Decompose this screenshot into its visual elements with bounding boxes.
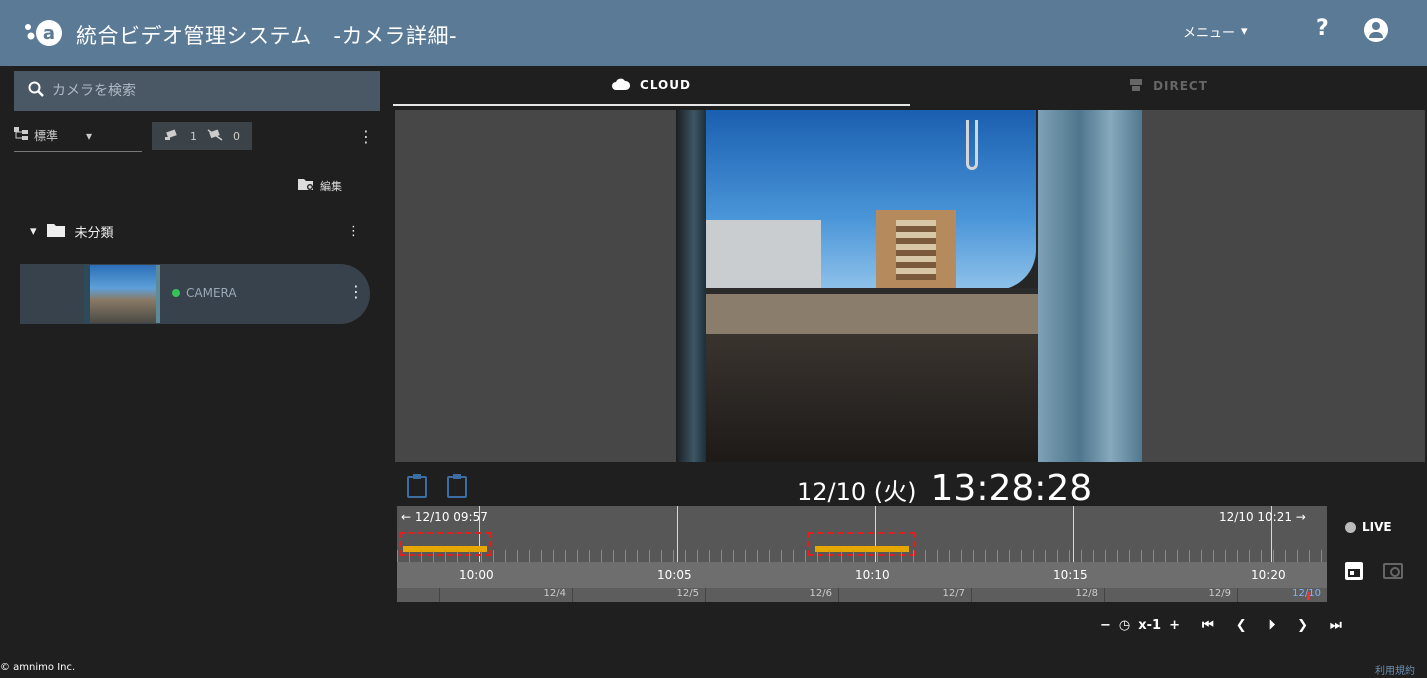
camera-offline-icon [207, 128, 223, 144]
playback-controls: − ◷ x-1 + ⏮ ❮ ⏵ ❯ ⏭ [1100, 618, 1342, 633]
speed-decrease-button[interactable]: − [1100, 618, 1111, 633]
help-icon[interactable]: ? [1316, 16, 1329, 41]
play-icon[interactable]: ⏵ [1269, 618, 1276, 633]
tab-cloud-label: CLOUD [640, 78, 691, 92]
svg-text:a: a [43, 23, 55, 44]
timeline-panel: 12/10 (火) 13:28:28 ← 12/10 09:57 12/10 1… [395, 462, 1425, 656]
video-hook [966, 120, 978, 170]
camera-count-filter[interactable]: 1 0 [152, 122, 252, 150]
calendar-icon[interactable] [1345, 562, 1363, 580]
tab-cloud[interactable]: CLOUD [393, 66, 910, 106]
tab-direct[interactable]: DIRECT [910, 66, 1427, 106]
video-player[interactable] [395, 110, 1425, 462]
account-icon[interactable] [1364, 18, 1388, 42]
speed-label: x-1 [1138, 618, 1162, 633]
video-floor [696, 334, 1056, 462]
video-building-tan [876, 210, 956, 295]
app-header: a 統合ビデオ管理システム -カメラ詳細- メニュー ▾ ? [0, 0, 1427, 66]
step-back-icon[interactable]: ❮ [1236, 618, 1247, 633]
direct-camera-icon [1129, 78, 1143, 95]
sidebar-toolbar: 標準 ▾ 1 0 ⋮ [14, 118, 380, 154]
hierarchy-icon [14, 127, 28, 144]
live-label: LIVE [1362, 520, 1392, 534]
skip-start-icon[interactable]: ⏮ [1202, 618, 1214, 633]
menu-label: メニュー [1183, 26, 1236, 41]
speed-increase-button[interactable]: + [1169, 618, 1180, 633]
live-dot-icon [1345, 521, 1356, 533]
folder-settings-icon [298, 178, 314, 194]
current-position-marker[interactable] [1307, 592, 1310, 600]
view-select-label: 標準 [34, 129, 59, 143]
video-window-frame [676, 110, 706, 462]
speed-clock-icon: ◷ [1118, 618, 1131, 633]
folder-row[interactable]: ▾ 未分類 ⋮ [30, 222, 360, 241]
video-building-white [706, 220, 821, 290]
live-button[interactable]: LIVE [1345, 520, 1392, 534]
day-cell[interactable]: 12/7 [838, 588, 971, 602]
day-cell[interactable]: 12/4 [439, 588, 572, 602]
skip-end-icon[interactable]: ⏭ [1330, 618, 1342, 633]
terms-link[interactable]: 利用規約 [1375, 662, 1415, 677]
caret-down-icon: ▾ [30, 224, 37, 239]
camera-more-icon[interactable]: ⋮ [348, 282, 364, 301]
day-cell[interactable]: 12/6 [705, 588, 838, 602]
camera-search[interactable] [14, 71, 380, 111]
range-end-label[interactable]: 12/10 10:21 → [1219, 510, 1306, 524]
timeline-scale: 10:00 10:05 10:10 10:15 10:20 [397, 562, 1327, 588]
time-tick-label: 10:20 [1251, 568, 1286, 582]
time-tick-label: 10:00 [459, 568, 494, 582]
playback-time: 13:28:28 [930, 468, 1093, 509]
camera-name: CAMERA [186, 286, 237, 300]
day-cell[interactable]: 12/8 [971, 588, 1104, 602]
camera-status: CAMERA [172, 286, 237, 300]
playback-datetime: 12/10 (火) 13:28:28 [797, 468, 1092, 509]
cloud-icon [612, 78, 631, 93]
range-start-label[interactable]: ← 12/10 09:57 [401, 510, 488, 524]
speed-control: − ◷ x-1 + [1100, 618, 1180, 633]
edit-label: 編集 [320, 180, 342, 193]
day-cell[interactable]: 12/5 [572, 588, 705, 602]
chevron-down-icon: ▾ [86, 128, 93, 143]
amnimo-logo: a [22, 18, 66, 48]
app-title: 統合ビデオ管理システム -カメラ詳細- [76, 24, 458, 48]
time-tick-label: 10:05 [657, 568, 692, 582]
timeline[interactable]: ← 12/10 09:57 12/10 10:21 → 10:00 10:05 … [397, 506, 1327, 602]
playback-date: 12/10 (火) [797, 478, 917, 506]
online-status-dot [172, 289, 180, 297]
day-strip: 12/4 12/5 12/6 12/7 12/8 12/9 12/10 [397, 588, 1327, 602]
online-camera-count: 1 [190, 129, 197, 143]
video-wall [696, 294, 1056, 334]
sidebar: 標準 ▾ 1 0 ⋮ 編集 ▾ [0, 66, 393, 656]
folder-name: 未分類 [74, 226, 114, 241]
footer: © amnimo Inc. 利用規約 [0, 656, 1427, 678]
menu-dropdown[interactable]: メニュー ▾ [1183, 22, 1248, 41]
copyright-text: © amnimo Inc. [0, 662, 76, 673]
search-icon [28, 81, 44, 101]
clipboard-icon[interactable] [407, 474, 427, 498]
camera-search-input[interactable] [52, 83, 352, 99]
clipboard-play-icon[interactable] [447, 474, 467, 498]
source-tabs: CLOUD DIRECT [393, 66, 1427, 106]
time-tick-label: 10:10 [855, 568, 890, 582]
time-tick-label: 10:15 [1053, 568, 1088, 582]
folder-more-icon[interactable]: ⋮ [347, 224, 360, 239]
camera-video-frame [676, 110, 1142, 462]
step-forward-icon[interactable]: ❯ [1297, 618, 1308, 633]
main-panel: CLOUD DIRECT 12/10 (火) 13:28:28 ← 12/10 … [393, 66, 1427, 656]
camera-list-item[interactable]: CAMERA ⋮ [20, 264, 370, 324]
day-cell-current[interactable]: 12/10 [1237, 588, 1327, 602]
edit-folder-button[interactable]: 編集 [298, 178, 342, 194]
video-curtain [1038, 110, 1142, 462]
snapshot-camera-icon[interactable] [1383, 563, 1403, 579]
offline-camera-count: 0 [233, 129, 240, 143]
tab-direct-label: DIRECT [1153, 79, 1208, 93]
view-select[interactable]: 標準 ▾ [14, 120, 142, 152]
folder-icon [46, 223, 65, 241]
camera-thumbnail [84, 265, 160, 323]
day-cell[interactable]: 12/9 [1104, 588, 1237, 602]
camera-online-icon [164, 128, 180, 144]
caret-down-icon: ▾ [1241, 24, 1248, 39]
sidebar-more-icon[interactable]: ⋮ [358, 127, 380, 146]
